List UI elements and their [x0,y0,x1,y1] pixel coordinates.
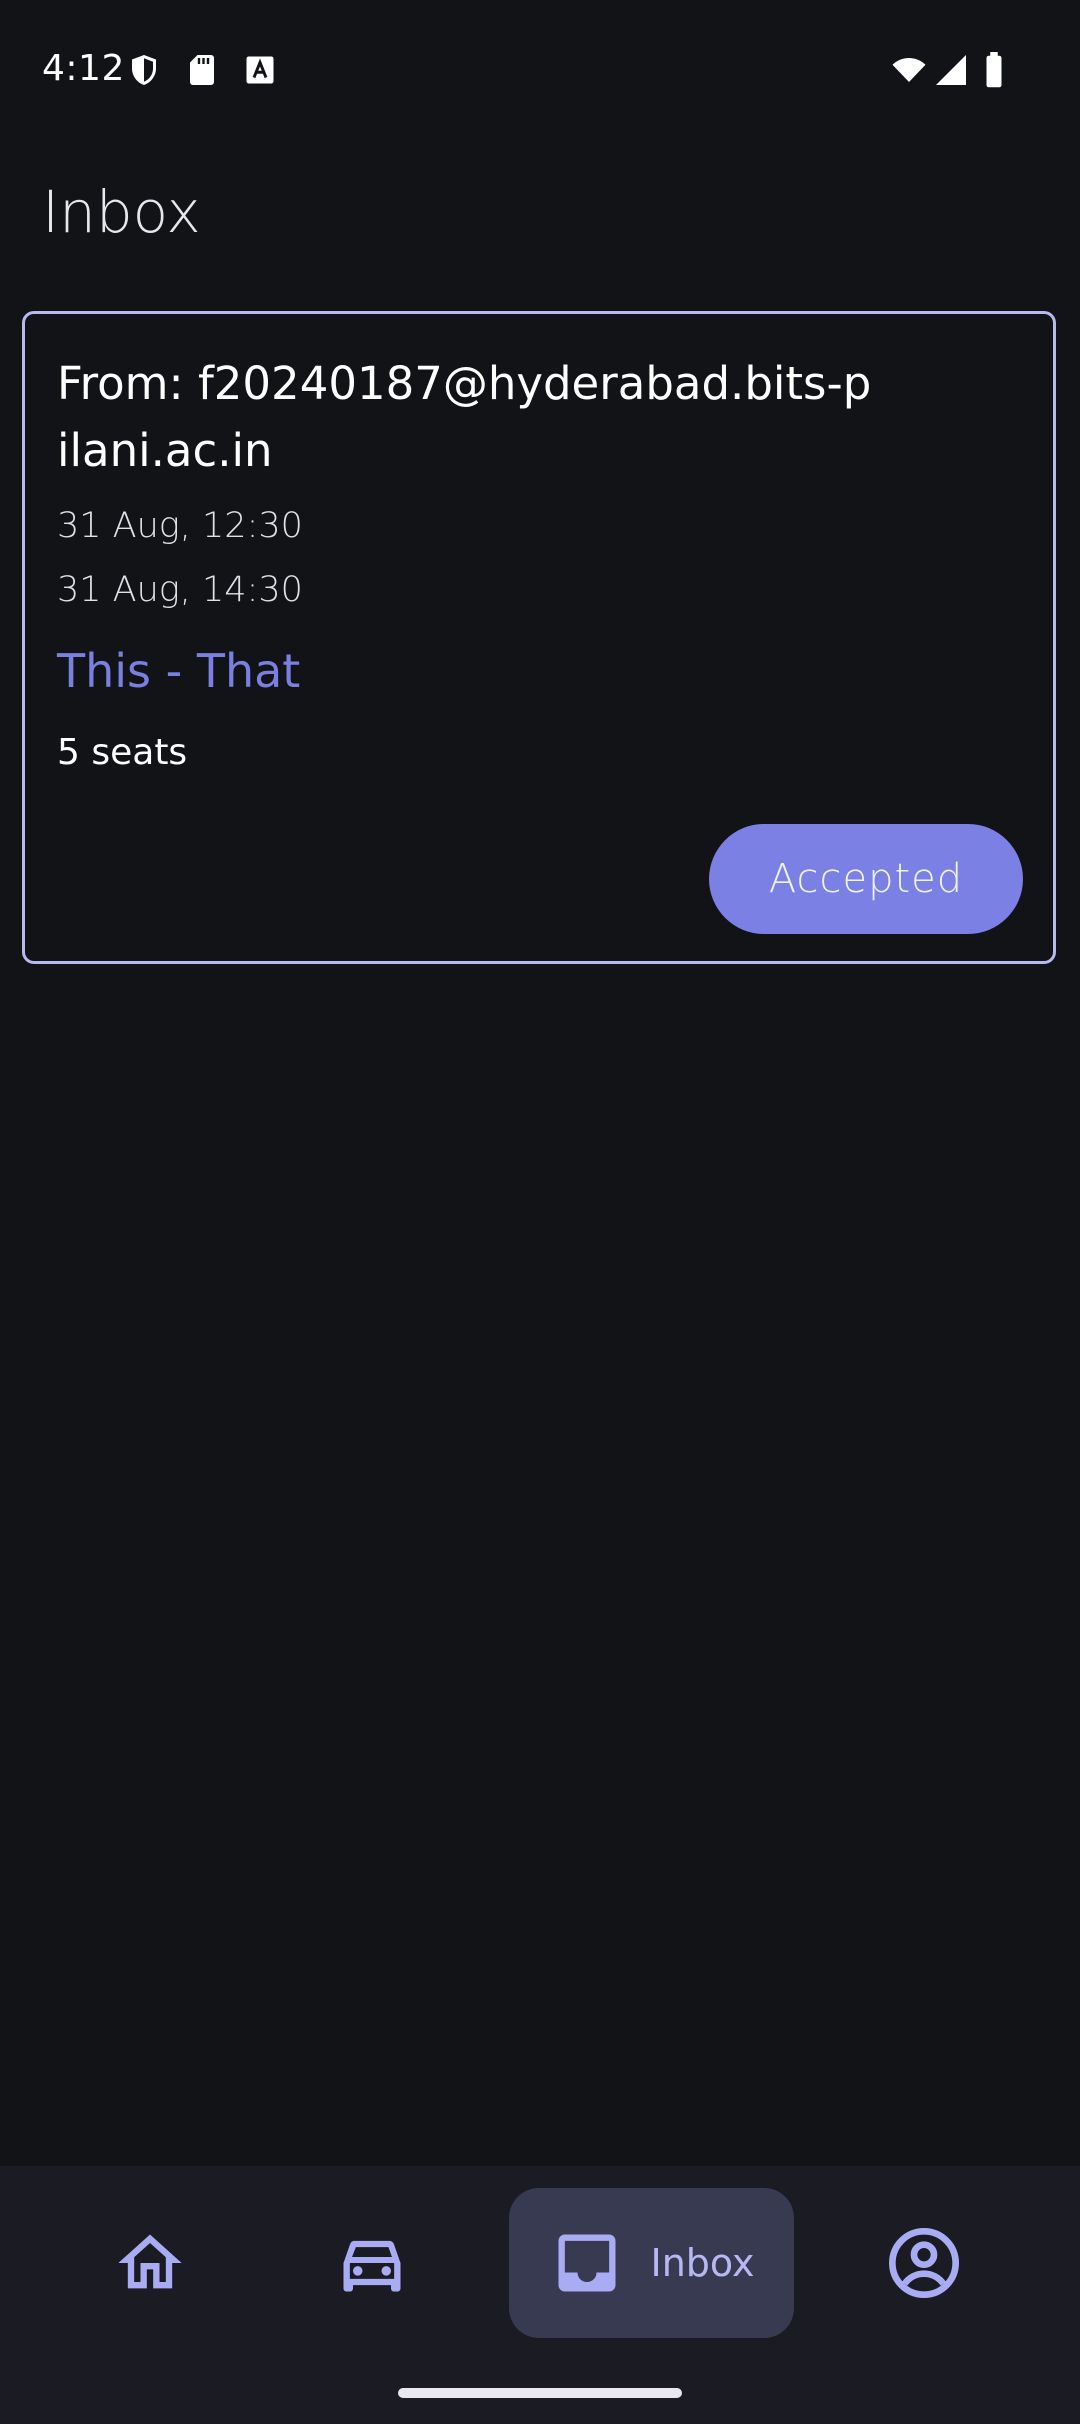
request-card: From: f20240187@hyderabad.bits-pilani.ac… [22,311,1056,964]
sd-card-icon [184,52,220,88]
nav-inbox-label: Inbox [650,2241,755,2285]
signal-icon [932,52,970,88]
status-bar: 4:12 [0,0,1080,140]
end-datetime: 31 Aug, 14:30 [57,570,303,610]
seats-count: 5 seats [57,732,188,773]
nav-home[interactable] [70,2188,230,2338]
nav-inbox[interactable]: Inbox [509,2188,794,2338]
shield-icon [126,52,162,88]
inbox-icon [549,2225,625,2301]
font-a-icon [242,52,278,88]
nav-rides[interactable] [292,2188,452,2338]
nav-profile[interactable] [844,2188,1004,2338]
accepted-status-button[interactable]: Accepted [709,824,1023,934]
home-icon [112,2225,188,2301]
home-indicator[interactable] [398,2388,682,2398]
route-text: This - That [57,644,301,698]
wifi-icon [888,52,930,88]
car-icon [334,2225,410,2301]
status-time: 4:12 [42,48,125,89]
battery-icon [982,52,1006,88]
account-icon [884,2223,964,2303]
page-title: Inbox [42,178,201,246]
sender-email: From: f20240187@hyderabad.bits-pilani.ac… [57,357,872,477]
start-datetime: 31 Aug, 12:30 [57,506,303,546]
